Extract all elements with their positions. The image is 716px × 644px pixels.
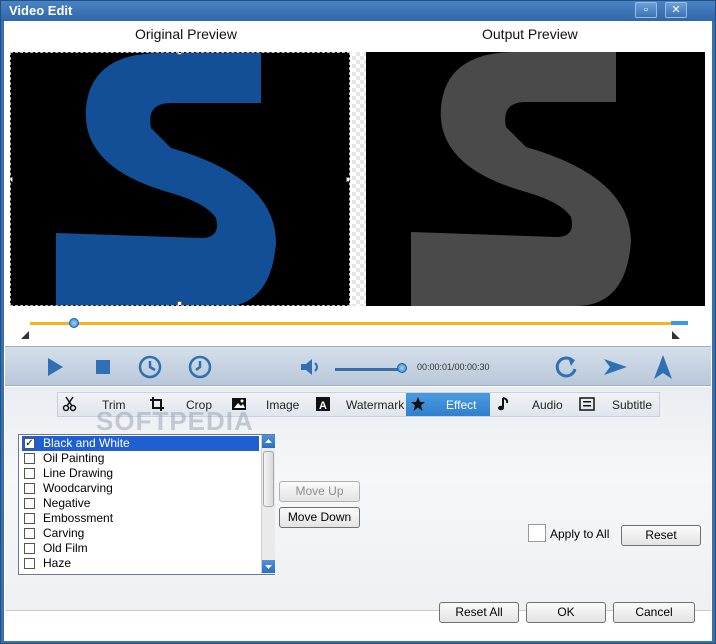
- effect-item-oil-painting[interactable]: Oil Painting: [22, 451, 259, 466]
- softpedia-watermark: SOFTPEDIA: [96, 406, 254, 436]
- music-note-icon: [498, 397, 509, 411]
- client-area: Original Preview Output Preview 00:00:01…: [4, 21, 712, 641]
- volume-slider[interactable]: [335, 368, 403, 371]
- effect-item-negative[interactable]: Negative: [22, 496, 259, 511]
- crop-handle-left[interactable]: [11, 177, 13, 182]
- move-down-button[interactable]: Move Down: [279, 507, 360, 528]
- crop-handle-bottom[interactable]: [177, 301, 182, 305]
- original-preview[interactable]: [10, 52, 350, 306]
- effect-checkbox[interactable]: ✓: [24, 438, 35, 449]
- effect-item-black-and-white[interactable]: ✓ Black and White: [22, 436, 259, 451]
- apply-to-all-label: Apply to All: [550, 527, 610, 541]
- title-bar: Video Edit ▫ ✕: [1, 1, 715, 21]
- scroll-up-arrow-icon[interactable]: [262, 435, 275, 448]
- reset-button[interactable]: Reset: [621, 525, 701, 546]
- tab-audio-label: Audio: [532, 398, 563, 412]
- timeline-end-segment: [671, 321, 688, 325]
- output-preview-label: Output Preview: [482, 26, 578, 42]
- star-icon: [411, 397, 425, 411]
- effect-item-line-drawing[interactable]: Line Drawing: [22, 466, 259, 481]
- ok-button[interactable]: OK: [526, 602, 606, 623]
- play-icon[interactable]: [41, 353, 69, 381]
- effect-checkbox[interactable]: [24, 528, 35, 539]
- close-button[interactable]: ✕: [665, 2, 687, 18]
- start-time-icon[interactable]: [136, 353, 164, 381]
- flip-horizontal-icon[interactable]: [601, 353, 629, 381]
- reset-all-button[interactable]: Reset All: [439, 602, 519, 623]
- watermark-icon: A: [316, 397, 330, 412]
- tab-subtitle[interactable]: Subtitle: [574, 393, 659, 416]
- apply-to-all-checkbox[interactable]: [528, 524, 546, 542]
- tab-watermark[interactable]: A Watermark: [307, 393, 406, 416]
- effect-checkbox[interactable]: [24, 558, 35, 569]
- timeline-playhead[interactable]: [69, 318, 79, 328]
- tab-subtitle-label: Subtitle: [612, 398, 653, 412]
- effect-checkbox[interactable]: [24, 453, 35, 464]
- subtitle-icon: [579, 397, 595, 411]
- stop-icon[interactable]: [89, 353, 117, 381]
- output-preview: [366, 52, 705, 306]
- effect-checkbox[interactable]: [24, 513, 35, 524]
- cancel-button[interactable]: Cancel: [613, 602, 695, 623]
- effects-list[interactable]: ✓ Black and White Oil Painting Line Drawi…: [18, 434, 275, 575]
- tab-audio[interactable]: Audio: [490, 393, 574, 416]
- output-frame-image: [411, 52, 631, 306]
- effect-item-old-film[interactable]: Old Film: [22, 541, 259, 556]
- effect-item-woodcarving[interactable]: Woodcarving: [22, 481, 259, 496]
- window-title: Video Edit: [9, 3, 73, 18]
- effect-item-haze[interactable]: Haze: [22, 556, 259, 571]
- tab-image-label: Image: [266, 398, 300, 412]
- trim-end-marker[interactable]: [672, 331, 680, 339]
- video-edit-window: Video Edit ▫ ✕ Original Preview Output P…: [0, 0, 716, 644]
- effect-checkbox[interactable]: [24, 483, 35, 494]
- crop-handle-top[interactable]: [177, 53, 182, 55]
- move-up-button[interactable]: Move Up: [279, 481, 360, 502]
- tab-effect[interactable]: Effect: [406, 393, 490, 416]
- volume-slider-thumb[interactable]: [397, 363, 407, 373]
- tab-effect-label: Effect: [446, 398, 477, 412]
- rotate-icon[interactable]: [552, 353, 580, 381]
- scissors-icon: [62, 396, 77, 412]
- tab-watermark-label: Watermark: [346, 398, 405, 412]
- volume-icon[interactable]: [297, 353, 325, 381]
- preview-divider: [352, 52, 366, 306]
- maximize-button[interactable]: ▫: [635, 2, 657, 18]
- effect-checkbox[interactable]: [24, 543, 35, 554]
- effect-checkbox[interactable]: [24, 468, 35, 479]
- crop-handle-right[interactable]: [346, 177, 349, 182]
- playback-controls: 00:00:01/00:00:30: [5, 346, 711, 386]
- effects-list-scrollbar[interactable]: [261, 435, 275, 574]
- effect-item-carving[interactable]: Carving: [22, 526, 259, 541]
- svg-text:A: A: [319, 400, 327, 412]
- flip-vertical-icon[interactable]: [649, 353, 677, 381]
- original-preview-label: Original Preview: [135, 26, 237, 42]
- trim-start-marker[interactable]: [21, 331, 29, 339]
- effect-item-embossment[interactable]: Embossment: [22, 511, 259, 526]
- time-readout: 00:00:01/00:00:30: [417, 362, 490, 372]
- timeline-track[interactable]: [30, 322, 688, 325]
- scrollbar-thumb[interactable]: [263, 451, 274, 507]
- effect-checkbox[interactable]: [24, 498, 35, 509]
- end-time-icon[interactable]: [186, 353, 214, 381]
- original-frame-image: [56, 53, 276, 305]
- scroll-down-arrow-icon[interactable]: [262, 560, 275, 573]
